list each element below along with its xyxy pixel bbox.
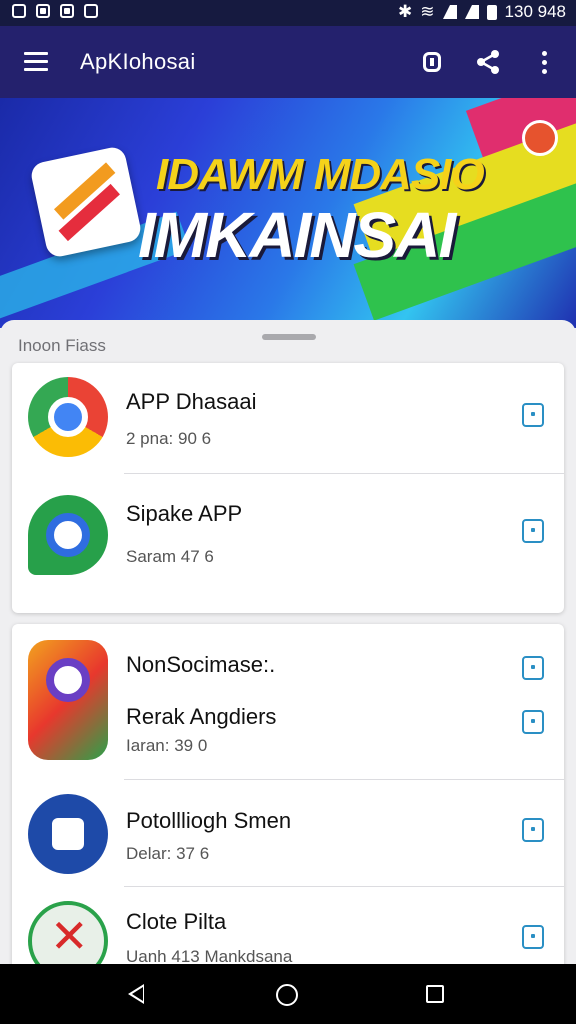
more-options-icon[interactable] [530, 48, 558, 76]
notification-icon [84, 4, 98, 18]
list-item[interactable]: NonSocimase:. Rerak Angdiers Iaran: 39 0 [12, 624, 564, 778]
banner-logo [29, 145, 143, 259]
notification-icon [12, 4, 26, 18]
blue-app-icon [28, 794, 108, 874]
open-button[interactable] [522, 403, 544, 427]
banner-headline: IDAWM MDASIO [156, 150, 485, 199]
bluetooth-icon: ✱ [398, 2, 413, 21]
app-subtitle: Iaran: 39 0 [126, 736, 208, 755]
banner-badge [522, 120, 558, 156]
home-icon[interactable] [276, 984, 298, 1006]
share-icon [477, 50, 499, 74]
list-item[interactable]: Sipake APP Saram 47 6 [12, 473, 564, 613]
app-title: ApKIohosai [80, 49, 196, 74]
app-bar: ApKIohosai [0, 26, 576, 98]
list-item[interactable]: Clote Pilta Uanh 413 Mankdsana [12, 887, 564, 981]
status-time: 130 948 [504, 2, 566, 21]
app-name: Rerak Angdiers [126, 704, 277, 729]
app-subtitle: Saram 47 6 [126, 547, 214, 566]
bottom-sheet: Inoon Fiass APP Dhasaai 2 pna: 90 6 Sipa… [0, 320, 576, 981]
open-button[interactable] [522, 656, 544, 680]
open-button[interactable] [522, 710, 544, 734]
signal-icon [442, 5, 457, 19]
app-subtitle: 2 pna: 90 6 [126, 429, 212, 448]
app-subtitle: Delar: 37 6 [126, 844, 210, 863]
section-label: Inoon Fiass [18, 336, 106, 355]
menu-icon[interactable] [24, 52, 48, 71]
open-button[interactable] [522, 519, 544, 543]
status-bar: ✱ ≋ 130 948 [0, 0, 576, 26]
list-item[interactable]: APP Dhasaai 2 pna: 90 6 [12, 363, 564, 473]
share-button[interactable] [474, 48, 502, 76]
app-name: Potollliogh Smen [126, 808, 292, 833]
notification-icon [36, 4, 50, 18]
battery-icon [486, 4, 497, 20]
green-app-icon [28, 495, 108, 575]
recent-apps-icon[interactable] [426, 985, 444, 1003]
info-button[interactable] [418, 48, 446, 76]
system-nav-bar [0, 964, 576, 1024]
wifi-icon: ≋ [420, 2, 435, 21]
app-card: APP Dhasaai 2 pna: 90 6 Sipake APP Saram… [12, 363, 564, 613]
app-name: APP Dhasaai [126, 389, 257, 414]
app-card: NonSocimase:. Rerak Angdiers Iaran: 39 0… [12, 624, 564, 981]
app-name: NonSocimase:. [126, 652, 276, 677]
list-item[interactable]: Potollliogh Smen Delar: 37 6 [12, 780, 564, 886]
signal-icon [464, 5, 479, 19]
back-icon[interactable] [128, 984, 144, 1004]
banner-title: IMKAINSAI [138, 199, 456, 271]
notification-icon [60, 4, 74, 18]
drag-handle[interactable] [262, 334, 316, 340]
chrome-icon [28, 377, 108, 457]
open-button[interactable] [522, 818, 544, 842]
open-button[interactable] [522, 925, 544, 949]
app-name: Clote Pilta [126, 909, 227, 934]
promo-banner[interactable]: IDAWM MDASIO IMKAINSAI [0, 98, 576, 328]
app-name: Sipake APP [126, 501, 243, 526]
info-icon [423, 52, 441, 72]
multicolor-app-icon [28, 640, 108, 760]
